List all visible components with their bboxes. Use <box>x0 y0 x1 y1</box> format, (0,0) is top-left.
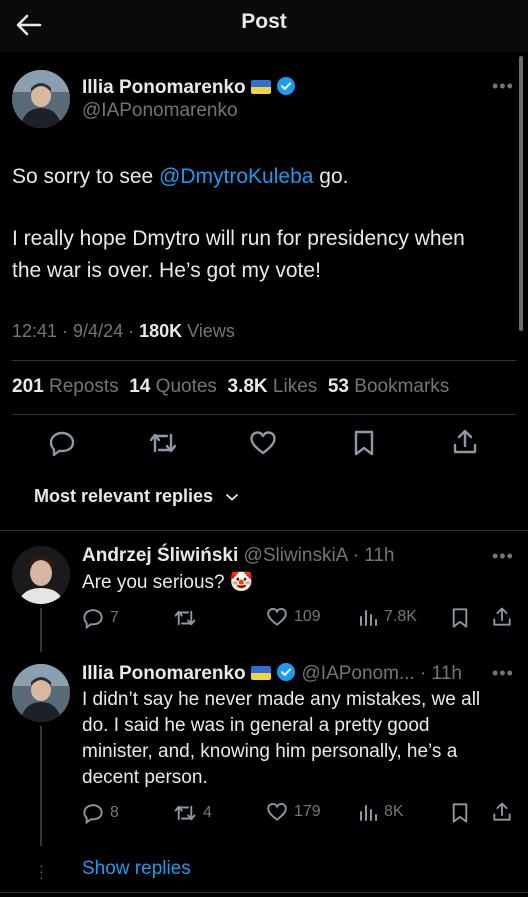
mention-link[interactable]: @DmytroKuleba <box>159 165 313 188</box>
views-label: Views <box>182 321 235 341</box>
quotes-stat[interactable]: 14 Quotes <box>129 376 217 397</box>
engagement-stats: 201 Reposts 14 Quotes 3.8K Likes 53 Book… <box>12 376 449 398</box>
divider <box>0 530 528 531</box>
post-text-line2: I really hope Dmytro will run for presid… <box>12 227 465 250</box>
reply-header: Illia Ponomarenko @IAPonom... · 11h <box>82 662 462 688</box>
reply-header: Andrzej Śliwiński @SliwinskiA · 11h <box>82 545 394 567</box>
like-button[interactable]: 179 <box>266 802 321 822</box>
reply-handle-time[interactable]: @SliwinskiA · 11h <box>244 545 395 566</box>
post-text-line1: So sorry to see @DmytroKuleba go. <box>12 165 349 188</box>
reply-handle-time[interactable]: @IAPonom... · 11h <box>302 663 462 684</box>
like-heart-icon <box>267 607 287 626</box>
repost-icon <box>174 610 196 626</box>
like-heart-icon[interactable] <box>249 430 277 456</box>
verified-badge-icon <box>276 662 296 688</box>
divider <box>12 414 516 415</box>
avatar[interactable] <box>12 664 70 722</box>
like-button[interactable]: 109 <box>266 607 321 627</box>
share-icon[interactable] <box>492 801 512 828</box>
more-options-icon[interactable]: ••• <box>492 546 514 567</box>
scrollbar[interactable] <box>519 56 523 331</box>
reply-text: Are you serious? 🤡 <box>82 572 254 593</box>
likes-stat[interactable]: 3.8K Likes <box>228 376 318 397</box>
ukraine-flag-icon <box>250 666 271 680</box>
replies-sort-dropdown[interactable]: Most relevant replies <box>34 486 239 507</box>
reply-text-line: decent person. <box>82 767 208 788</box>
divider <box>12 360 516 361</box>
views-button[interactable]: 8K <box>358 802 404 822</box>
thread-dots-icon: · · · <box>39 857 44 885</box>
verified-badge-icon <box>276 76 296 102</box>
chevron-down-icon <box>226 493 238 501</box>
repost-icon <box>174 805 196 821</box>
post-timestamp[interactable]: 12:41 · 9/4/24 · <box>12 321 139 341</box>
post-meta: 12:41 · 9/4/24 · 180K Views <box>12 321 235 342</box>
author-name[interactable]: Illia Ponomarenko <box>82 77 246 98</box>
reply-text-line: I didn’t say he never made any mistakes,… <box>82 689 481 710</box>
thread-line <box>40 726 42 846</box>
views-count: 180K <box>139 321 183 341</box>
post-text-line3: the war is over. He’s got my vote! <box>12 259 321 282</box>
author-line: Illia Ponomarenko <box>82 76 296 102</box>
share-icon[interactable] <box>492 606 512 633</box>
reply-count-button[interactable]: 7 <box>82 607 119 629</box>
bookmarks-stat[interactable]: 53 Bookmarks <box>328 376 449 397</box>
thread-line <box>40 608 42 652</box>
bookmark-icon[interactable] <box>450 802 470 829</box>
reply-icon <box>83 609 103 629</box>
divider <box>0 892 528 893</box>
share-icon[interactable] <box>452 428 478 456</box>
reply-author-name[interactable]: Illia Ponomarenko <box>82 663 246 684</box>
repost-button[interactable]: 4 <box>173 802 212 824</box>
more-options-icon[interactable]: ••• <box>492 663 514 684</box>
like-heart-icon <box>267 802 287 821</box>
avatar[interactable] <box>12 70 70 128</box>
reply-text-line: do. I said he was in general a pretty go… <box>82 715 430 736</box>
avatar[interactable] <box>12 546 70 604</box>
page-title: Post <box>241 10 287 33</box>
analytics-bars-icon <box>360 805 377 821</box>
reply-author-name[interactable]: Andrzej Śliwiński <box>82 545 238 566</box>
analytics-bars-icon <box>360 610 377 626</box>
reply-icon <box>83 804 103 824</box>
bookmark-icon[interactable] <box>352 429 376 457</box>
repost-icon[interactable] <box>148 429 178 457</box>
bookmark-icon[interactable] <box>450 607 470 634</box>
reply-text-line: minister, and, knowing him personally, h… <box>82 741 458 762</box>
repost-button[interactable] <box>173 607 203 629</box>
author-handle[interactable]: @IAPonomarenko <box>82 100 238 122</box>
show-replies-link[interactable]: Show replies <box>82 858 191 880</box>
views-button[interactable]: 7.8K <box>358 607 417 627</box>
ukraine-flag-icon <box>250 80 271 94</box>
reposts-stat[interactable]: 201 Reposts <box>12 376 119 397</box>
more-options-icon[interactable]: ••• <box>492 76 514 97</box>
reply-count-button[interactable]: 8 <box>82 802 119 824</box>
sort-label: Most relevant replies <box>34 486 214 506</box>
reply-icon[interactable] <box>48 429 76 457</box>
